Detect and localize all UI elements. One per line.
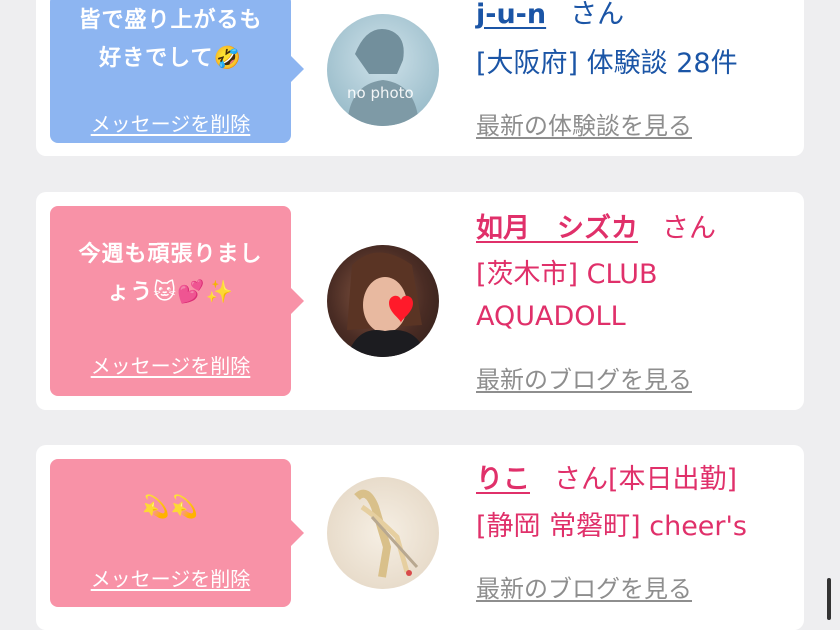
message-text: 今週も頑張りまし ょう🐱💕✨ (78, 242, 263, 305)
user-info: [静岡 常磐町] cheer's (476, 511, 748, 542)
user-name-link[interactable]: りこ (476, 464, 530, 495)
message-text: 💫💫 (142, 495, 199, 520)
message-bubble: 皆で盛り上がるも 好きでして🤣 メッセージを削除 (50, 0, 304, 143)
avatar[interactable] (327, 245, 439, 357)
user-info: [大阪府] 体験談 28件 (476, 48, 738, 79)
latest-blog-link[interactable]: 最新のブログを見る (476, 569, 692, 604)
user-name-row: りこ さん[本日出勤] (476, 463, 737, 497)
profile-photo (347, 252, 427, 357)
latest-blog-link[interactable]: 最新のブログを見る (476, 360, 692, 395)
message-bubble: 💫💫 メッセージを削除 (50, 459, 304, 607)
person-silhouette-icon (347, 29, 419, 126)
user-card-1: 皆で盛り上がるも 好きでして🤣 メッセージを削除 no photo j-u-n さ… (36, 0, 804, 156)
latest-report-link[interactable]: 最新の体験談を見る (476, 106, 692, 141)
user-name-row: j-u-n さん (476, 0, 624, 32)
delete-message-link[interactable]: メッセージを削除 (50, 350, 291, 379)
profile-photo (354, 489, 419, 578)
user-name-row: 如月 シズカ さん (476, 212, 716, 246)
user-name-link[interactable]: 如月 シズカ (476, 213, 638, 244)
delete-message-link[interactable]: メッセージを削除 (50, 563, 291, 592)
user-card-2: 今週も頑張りまし ょう🐱💕✨ メッセージを削除 如月 シズカ さん [茨木市] C… (36, 192, 804, 410)
honorific: さん (570, 0, 625, 30)
message-text: 皆で盛り上がるも 好きでして🤣 (78, 8, 263, 71)
honorific-status: さん[本日出勤] (554, 464, 738, 495)
delete-message-link[interactable]: メッセージを削除 (50, 108, 291, 137)
user-card-3: 💫💫 メッセージを削除 りこ さん[本日出勤] [静岡 常磐町] cheer's … (36, 445, 804, 630)
avatar[interactable] (327, 477, 439, 589)
no-photo-label: no photo (347, 84, 414, 102)
message-bubble: 今週も頑張りまし ょう🐱💕✨ メッセージを削除 (50, 206, 304, 396)
scrollbar[interactable] (827, 578, 831, 620)
user-info: [茨木市] CLUB AQUADOLL (476, 259, 658, 332)
honorific: さん (662, 213, 716, 244)
avatar[interactable]: no photo (327, 14, 439, 126)
user-name-link[interactable]: j-u-n (476, 0, 546, 30)
